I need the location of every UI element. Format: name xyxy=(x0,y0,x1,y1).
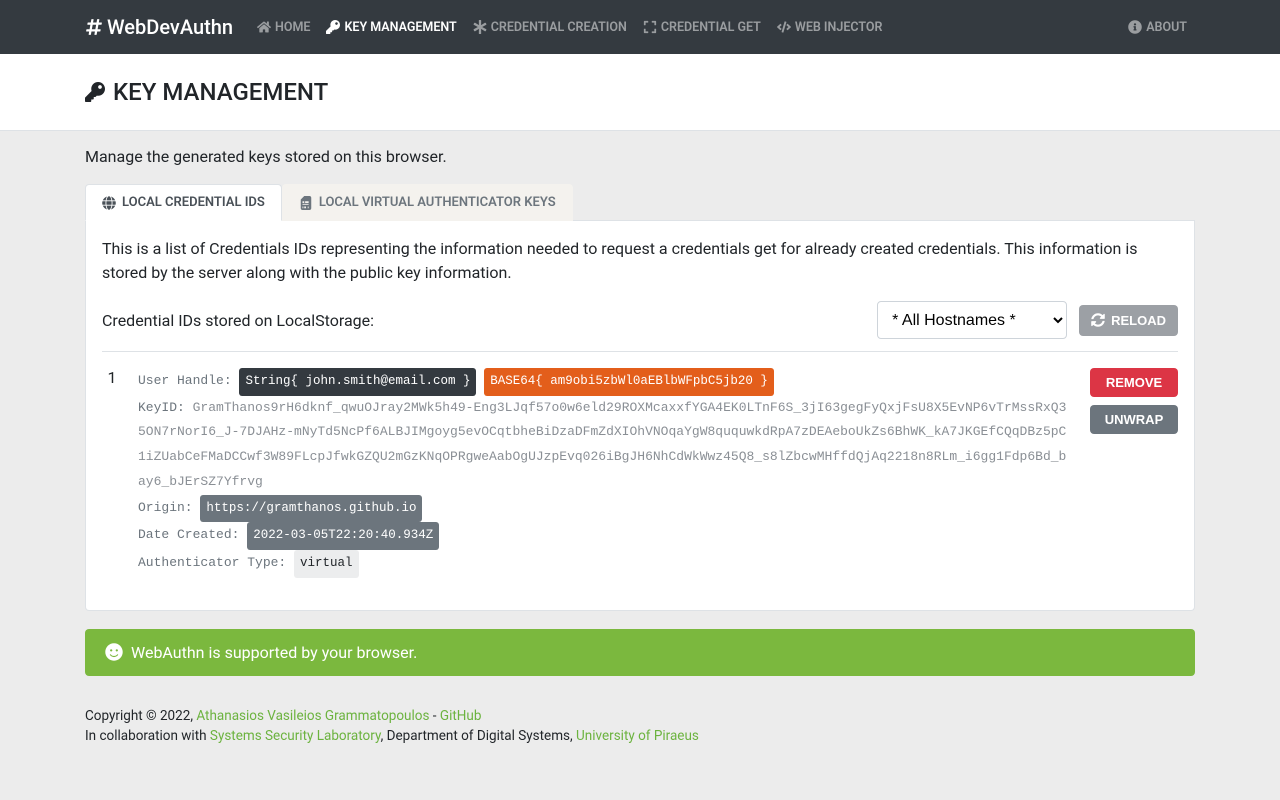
origin-value: https://gramthanos.github.io xyxy=(200,495,422,523)
date-created-label: Date Created: xyxy=(138,527,239,542)
nav-home-label: Home xyxy=(275,20,310,35)
footer-author-link[interactable]: Athanasios Vasileios Grammatopoulos xyxy=(196,708,429,724)
user-handle-string: String{ john.smith@email.com } xyxy=(239,368,476,396)
user-handle-base64: BASE64{ am9obi5zbWl0aEBlbWFpbC5jb20 } xyxy=(484,368,774,396)
code-icon xyxy=(777,20,791,34)
footer-univ-link[interactable]: University of Piraeus xyxy=(576,728,699,744)
brand-text: WebDevAuthn xyxy=(107,15,233,39)
keyid-label: KeyID: xyxy=(138,400,185,415)
footer-collab-prefix: In collaboration with xyxy=(85,728,210,744)
reload-icon xyxy=(1091,313,1105,327)
nav-key-management-label: Key Management xyxy=(344,20,456,35)
unwrap-button[interactable]: Unwrap xyxy=(1090,405,1178,434)
tab-content: This is a list of Credentials IDs repres… xyxy=(85,221,1195,611)
page-header: KEY MANAGEMENT xyxy=(0,54,1280,131)
reload-label: Reload xyxy=(1111,313,1166,328)
nav-about-label: About xyxy=(1146,20,1187,35)
globe-icon xyxy=(102,196,116,210)
navbar: WebDevAuthn Home Key Management Credenti… xyxy=(0,0,1280,54)
nav-about[interactable]: About xyxy=(1120,12,1195,43)
webauthn-support-alert: WebAuthn is supported by your browser. xyxy=(85,629,1195,676)
main-container: Manage the generated keys stored on this… xyxy=(85,131,1195,692)
smile-icon xyxy=(105,643,123,661)
listing-label: Credential IDs stored on LocalStorage: xyxy=(102,311,865,330)
date-created-value: 2022-03-05T22:20:40.934Z xyxy=(247,522,439,550)
footer-ssl-link[interactable]: Systems Security Laboratory xyxy=(210,728,381,744)
footer-copyright: Copyright © 2022, xyxy=(85,708,196,724)
reload-button[interactable]: Reload xyxy=(1079,305,1178,336)
nav-home[interactable]: Home xyxy=(249,12,318,43)
footer: Copyright © 2022, Athanasios Vasileios G… xyxy=(85,692,1195,777)
expand-icon xyxy=(643,20,657,34)
keyid-value: GramThanos9rH6dknf_qwuOJray2MWk5h49-Eng3… xyxy=(138,400,1066,489)
nav-web-injector-label: Web Injector xyxy=(795,20,883,35)
nav-credential-get-label: Credential Get xyxy=(661,20,761,35)
home-icon xyxy=(257,20,271,34)
tab-virtual-keys-label: Local Virtual Authenticator Keys xyxy=(319,195,556,210)
nav-credential-get[interactable]: Credential Get xyxy=(635,12,769,43)
page-title: KEY MANAGEMENT xyxy=(85,78,1195,106)
tab-virtual-auth-keys[interactable]: Local Virtual Authenticator Keys xyxy=(282,184,573,221)
footer-dash: - xyxy=(429,708,439,724)
page-title-text: KEY MANAGEMENT xyxy=(113,78,328,106)
nav-credential-creation[interactable]: Credential Creation xyxy=(465,12,635,43)
nav-key-management[interactable]: Key Management xyxy=(318,12,464,43)
asterisk-icon xyxy=(473,20,487,34)
local-ids-description: This is a list of Credentials IDs repres… xyxy=(102,237,1178,285)
remove-button[interactable]: Remove xyxy=(1090,368,1178,397)
sim-card-icon xyxy=(299,196,313,210)
intro-text: Manage the generated keys stored on this… xyxy=(85,147,1195,166)
auth-type-label: Authenticator Type: xyxy=(138,555,286,570)
hostnames-select[interactable]: * All Hostnames * xyxy=(877,301,1067,339)
hashtag-icon xyxy=(85,18,103,36)
footer-dept: , Department of Digital Systems, xyxy=(381,728,576,744)
auth-type-value: virtual xyxy=(294,550,359,578)
tabs: Local Credential IDs Local Virtual Authe… xyxy=(85,184,1195,221)
info-circle-icon xyxy=(1128,20,1142,34)
credential-number: 1 xyxy=(102,368,122,578)
tab-local-ids-label: Local Credential IDs xyxy=(122,195,265,210)
credential-item: 1 User Handle: String{ john.smith@email.… xyxy=(102,364,1178,594)
nav-web-injector[interactable]: Web Injector xyxy=(769,12,891,43)
key-icon xyxy=(326,20,340,34)
nav-credential-creation-label: Credential Creation xyxy=(491,20,627,35)
origin-label: Origin: xyxy=(138,500,193,515)
key-icon xyxy=(85,82,105,102)
footer-github-link[interactable]: GitHub xyxy=(440,708,482,724)
user-handle-label: User Handle: xyxy=(138,373,232,388)
tab-local-credential-ids[interactable]: Local Credential IDs xyxy=(85,184,282,221)
alert-text: WebAuthn is supported by your browser. xyxy=(131,643,417,662)
brand-logo[interactable]: WebDevAuthn xyxy=(85,15,233,39)
